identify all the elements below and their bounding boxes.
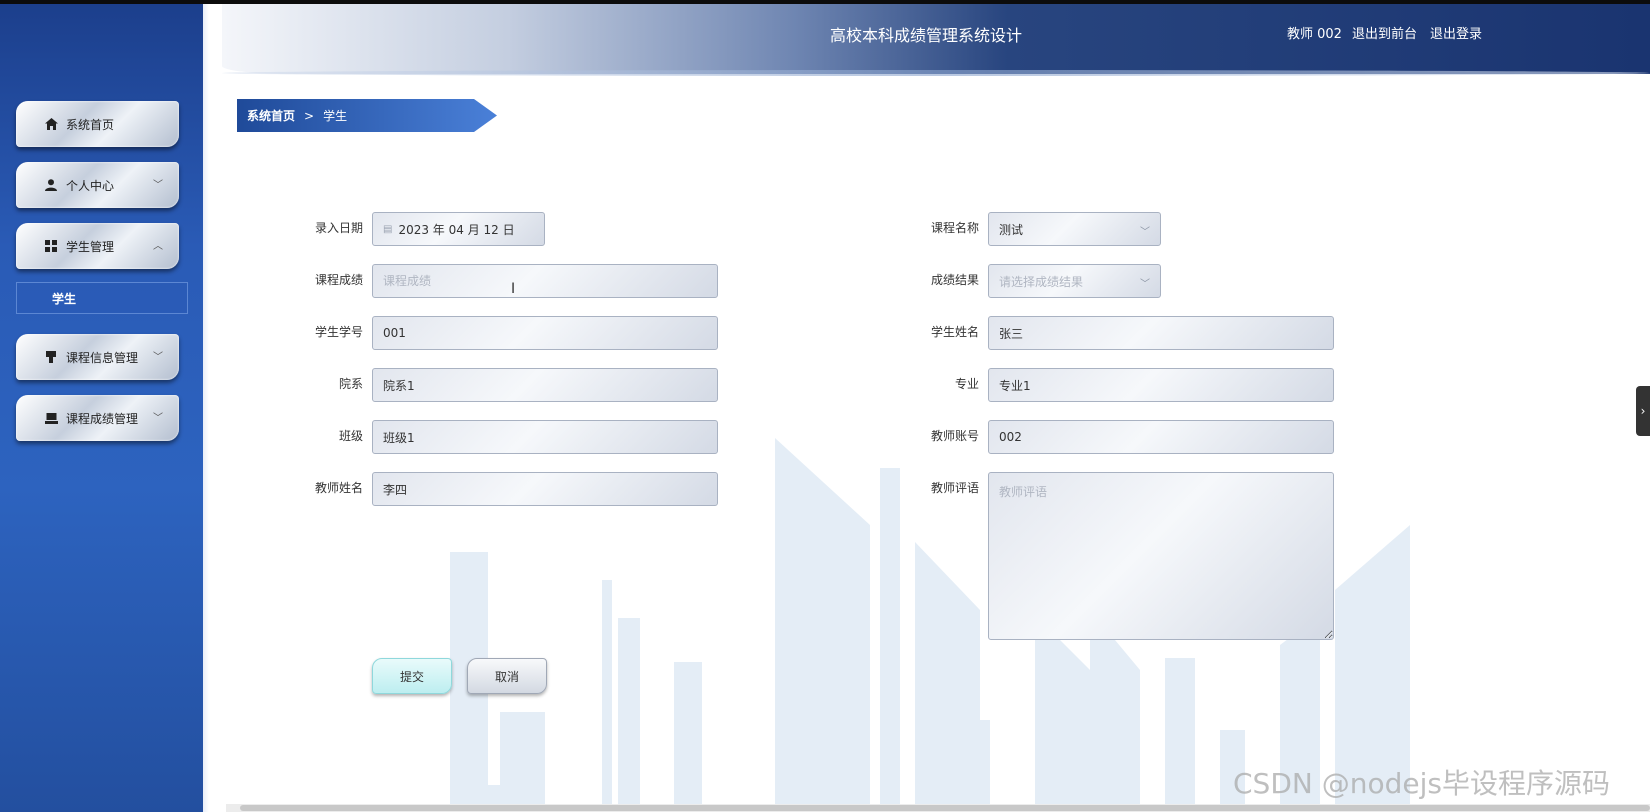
grid-icon: [43, 239, 59, 253]
breadcrumb-separator: >: [304, 108, 315, 123]
chevron-down-icon: ﹀: [1140, 279, 1150, 290]
entry-date-label: 录入日期: [314, 221, 363, 235]
laptop-icon: [43, 411, 59, 425]
user-icon: [43, 178, 59, 192]
submit-button[interactable]: 提交: [372, 658, 452, 694]
student-id-input[interactable]: 001: [372, 316, 718, 350]
side-toggle-tab[interactable]: ›: [1636, 386, 1650, 436]
sidebar-item-label: 课程成绩管理: [66, 411, 139, 426]
watermark: CSDN @nodejs毕设程序源码: [1233, 767, 1610, 800]
back-to-frontend-link[interactable]: 退出到前台: [1352, 23, 1417, 42]
sidebar-item-label: 学生管理: [66, 239, 115, 254]
teacher-account-input[interactable]: 002: [988, 420, 1334, 454]
header-wave-decoration: [222, 70, 1650, 76]
teacher-name-label: 教师姓名: [314, 481, 363, 495]
chevron-down-icon: ﹀: [1140, 227, 1150, 238]
cancel-button[interactable]: 取消: [467, 658, 547, 694]
breadcrumb-home[interactable]: 系统首页: [247, 107, 295, 124]
sidebar-item-label: 系统首页: [66, 117, 115, 132]
student-name-label: 学生姓名: [930, 325, 979, 339]
major-label: 专业: [954, 377, 979, 391]
entry-date-value: 2023 年 04 月 12 日: [398, 222, 515, 237]
score-result-select[interactable]: 请选择成绩结果 ﹀: [988, 264, 1161, 298]
major-input[interactable]: 专业1: [988, 368, 1334, 402]
entry-date-picker[interactable]: ▤ 2023 年 04 月 12 日: [372, 212, 545, 246]
course-score-input[interactable]: [372, 264, 718, 298]
current-user: 教师 002: [1287, 27, 1342, 42]
sidebar-edge: [203, 4, 209, 812]
sidebar-item-label: 个人中心: [66, 178, 115, 193]
logout-link[interactable]: 退出登录: [1430, 23, 1482, 42]
sidebar-item-label: 课程信息管理: [66, 350, 139, 365]
horizontal-scrollbar-thumb[interactable]: [240, 805, 1650, 811]
breadcrumb: 系统首页 > 学生: [237, 99, 497, 132]
sidebar-item-course-info-management[interactable]: 课程信息管理 ﹀: [16, 334, 179, 380]
text-cursor-icon: I: [511, 281, 516, 297]
chevron-down-icon: ﹀: [153, 180, 163, 191]
score-result-label: 成绩结果: [930, 273, 979, 287]
class-label: 班级: [338, 429, 363, 443]
course-name-value: 测试: [999, 222, 1024, 237]
app-title: 高校本科成绩管理系统设计: [830, 26, 1023, 45]
sidebar-subitem-student[interactable]: 学生: [16, 282, 188, 314]
teacher-account-label: 教师账号: [930, 429, 979, 443]
calendar-icon: ▤: [383, 223, 393, 235]
desk-icon: [43, 350, 59, 364]
department-label: 院系: [338, 377, 363, 391]
sidebar-item-personal-center[interactable]: 个人中心 ﹀: [16, 162, 179, 208]
chevron-up-icon: ︿: [153, 241, 163, 252]
class-input[interactable]: 班级1: [372, 420, 718, 454]
score-result-placeholder: 请选择成绩结果: [999, 274, 1084, 289]
sidebar-item-student-management[interactable]: 学生管理 ︿: [16, 223, 179, 269]
student-name-input[interactable]: 张三: [988, 316, 1334, 350]
course-score-label: 课程成绩: [314, 273, 363, 287]
sidebar-item-home[interactable]: 系统首页: [16, 101, 179, 147]
teacher-comment-label: 教师评语: [930, 481, 979, 495]
chevron-down-icon: ﹀: [153, 413, 163, 424]
home-icon: [43, 117, 59, 131]
breadcrumb-current: 学生: [323, 109, 348, 123]
teacher-comment-textarea[interactable]: [988, 472, 1334, 640]
teacher-name-input[interactable]: 李四: [372, 472, 718, 506]
student-id-label: 学生学号: [314, 325, 363, 339]
department-input[interactable]: 院系1: [372, 368, 718, 402]
course-name-label: 课程名称: [930, 221, 979, 235]
course-name-select[interactable]: 测试 ﹀: [988, 212, 1161, 246]
sidebar-item-course-score-management[interactable]: 课程成绩管理 ﹀: [16, 395, 179, 441]
chevron-down-icon: ﹀: [153, 352, 163, 363]
